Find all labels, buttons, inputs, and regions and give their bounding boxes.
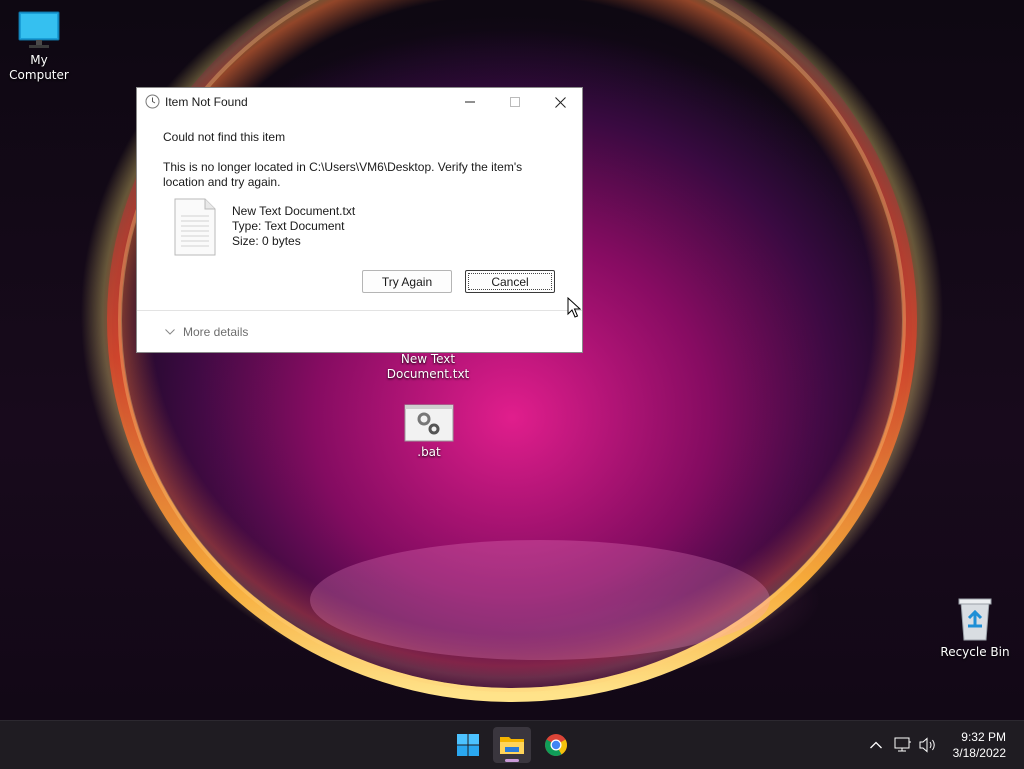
show-hidden-icons-button[interactable] bbox=[866, 735, 886, 755]
desktop-icon-label: .bat bbox=[417, 445, 441, 459]
taskbar-chrome[interactable] bbox=[537, 727, 575, 763]
dialog-title: Item Not Found bbox=[165, 95, 248, 109]
more-details-label: More details bbox=[183, 325, 249, 339]
taskbar: 9:32 PM 3/18/2022 bbox=[0, 720, 1024, 769]
desktop-icon-label: My Computer bbox=[9, 53, 69, 82]
start-button[interactable] bbox=[449, 727, 487, 763]
taskbar-clock[interactable]: 9:32 PM 3/18/2022 bbox=[953, 729, 1006, 761]
monitor-icon bbox=[18, 11, 60, 48]
file-explorer-icon bbox=[500, 737, 524, 754]
start-icon bbox=[457, 734, 479, 756]
recycle-bin-icon bbox=[958, 598, 992, 641]
focus-ring bbox=[468, 273, 552, 290]
more-details-toggle[interactable]: More details bbox=[165, 325, 248, 339]
chevron-up-icon bbox=[870, 741, 882, 749]
file-name: New Text Document.txt bbox=[232, 204, 356, 218]
close-button[interactable] bbox=[537, 88, 583, 116]
active-app-indicator bbox=[505, 759, 519, 762]
close-icon bbox=[554, 96, 566, 108]
item-not-found-dialog: Item Not Found Could not find this item … bbox=[136, 87, 583, 353]
text-document-icon bbox=[174, 198, 216, 256]
chevron-down-icon bbox=[165, 329, 175, 335]
dialog-message-line1: This is no longer located in C:\Users\VM… bbox=[163, 160, 523, 174]
desktop-icon-recycle-bin[interactable]: Recycle Bin bbox=[940, 596, 1010, 660]
network-button[interactable] bbox=[893, 735, 913, 755]
desktop-icon-label-line1: New Text bbox=[400, 352, 456, 366]
file-size: Size: 0 bytes bbox=[232, 234, 301, 248]
chrome-icon bbox=[545, 734, 567, 756]
taskbar-file-explorer[interactable] bbox=[493, 727, 531, 763]
clock-icon bbox=[145, 94, 160, 109]
dialog-message: This is no longer located in C:\Users\VM… bbox=[163, 160, 543, 190]
desktop-icon-bat[interactable]: .bat bbox=[395, 404, 463, 460]
desktop-icon-new-text-document[interactable]: New Text Document.txt bbox=[380, 352, 476, 382]
volume-button[interactable] bbox=[918, 735, 938, 755]
speaker-icon bbox=[919, 737, 935, 753]
file-type: Type: Text Document bbox=[232, 219, 345, 233]
network-icon bbox=[894, 737, 911, 752]
maximize-button[interactable] bbox=[492, 88, 538, 116]
dialog-heading: Could not find this item bbox=[163, 130, 286, 144]
minimize-icon bbox=[465, 101, 475, 103]
desktop-icon-label-line2: Document.txt bbox=[386, 367, 470, 381]
clock-time: 9:32 PM bbox=[961, 730, 1006, 744]
maximize-icon bbox=[510, 97, 520, 107]
batch-file-icon bbox=[404, 404, 454, 442]
minimize-button[interactable] bbox=[447, 88, 493, 116]
file-info: New Text Document.txt Type: Text Documen… bbox=[232, 204, 355, 249]
desktop-icon-label: Recycle Bin bbox=[940, 645, 1010, 659]
clock-date: 3/18/2022 bbox=[952, 746, 1006, 760]
dialog-footer-divider bbox=[137, 310, 582, 311]
desktop-icon-my-computer[interactable]: My Computer bbox=[0, 10, 78, 83]
mouse-cursor-icon bbox=[567, 297, 581, 318]
dialog-message-line2: location and try again. bbox=[163, 175, 281, 189]
try-again-button[interactable]: Try Again bbox=[362, 270, 452, 293]
cancel-button[interactable]: Cancel bbox=[465, 270, 555, 293]
dialog-titlebar[interactable]: Item Not Found bbox=[137, 88, 582, 116]
